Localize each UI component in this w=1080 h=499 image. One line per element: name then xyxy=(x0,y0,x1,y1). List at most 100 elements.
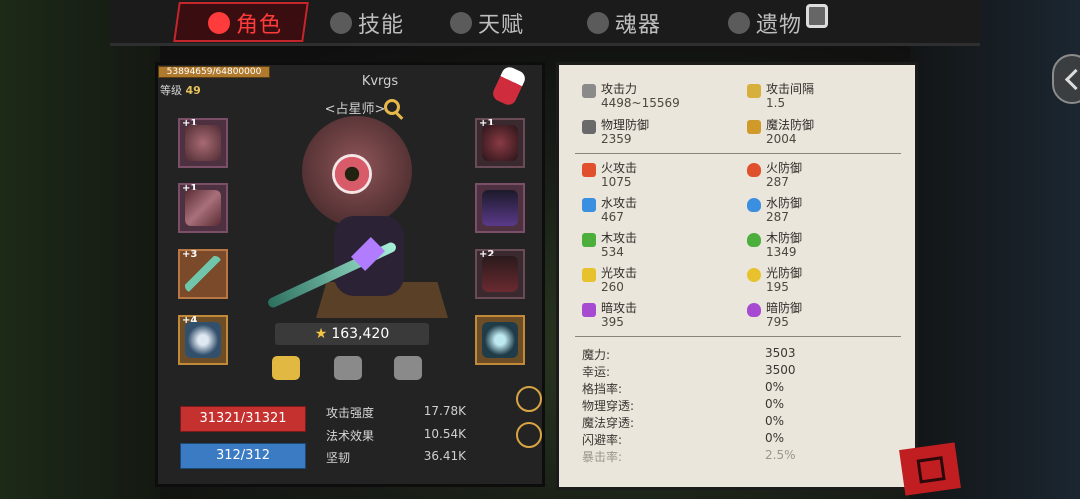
stat-block-rate: 格挡率: 0% xyxy=(582,380,882,397)
atom-icon[interactable] xyxy=(516,422,542,448)
star-icon: ★ xyxy=(314,326,328,342)
stat-label: 物理穿透: xyxy=(582,399,635,413)
tab-label: 天赋 xyxy=(478,13,525,38)
stat-attack-interval: 攻击间隔 1.5 xyxy=(747,82,814,110)
stat-value: 4498~15569 xyxy=(601,96,680,110)
stat-fire-defense: 火防御 287 xyxy=(747,161,803,189)
stat-label: 暗攻击 xyxy=(601,301,638,315)
substat-spell-effect: 法术效果 10.54K xyxy=(326,427,466,444)
lock-icon[interactable] xyxy=(806,4,828,28)
level-display: 等级 49 xyxy=(160,82,201,98)
armor-set-skull-icon[interactable] xyxy=(394,356,422,380)
stat-label: 魔法穿透: xyxy=(582,416,635,430)
stat-value: 287 xyxy=(766,175,789,189)
stat-value: 1.5 xyxy=(766,96,786,110)
stat-value: 795 xyxy=(766,315,789,329)
substat-attack-power: 攻击强度 17.78K xyxy=(326,404,466,421)
hero-character-portrait xyxy=(262,110,472,320)
bone-gauntlet-icon xyxy=(185,190,221,226)
tab-relics[interactable]: 遗物 xyxy=(728,6,802,40)
armor-set-gold-icon[interactable] xyxy=(272,356,300,380)
stat-value: 2004 xyxy=(766,132,797,146)
stat-label: 幸运: xyxy=(582,365,611,379)
wings-icon xyxy=(450,12,472,34)
fire-attack-icon xyxy=(582,163,596,177)
stat-label: 光防御 xyxy=(766,266,803,280)
character-name: Kvrgs xyxy=(361,74,399,89)
spiked-ring-icon xyxy=(482,322,518,358)
stat-value: 0% xyxy=(765,380,785,394)
light-defense-icon xyxy=(747,268,761,282)
demon-emblem-icon[interactable] xyxy=(899,442,961,496)
stat-label: 火攻击 xyxy=(601,161,638,175)
stat-luck: 幸运: 3500 xyxy=(582,363,882,380)
stat-label: 格挡率: xyxy=(582,382,623,396)
mp-bar: 312/312 xyxy=(180,443,306,469)
relic-icon xyxy=(728,12,750,34)
claw-bracer-icon xyxy=(482,125,518,161)
equipment-slot-bracer[interactable]: +1 xyxy=(475,118,525,168)
tab-skills[interactable]: 技能 xyxy=(330,6,404,40)
tab-label: 魂器 xyxy=(615,13,662,38)
tab-character[interactable]: 角色 xyxy=(208,6,282,40)
stat-value: 195 xyxy=(766,280,789,294)
tab-talent[interactable]: 天赋 xyxy=(450,6,524,40)
divider xyxy=(575,336,901,337)
dark-boots-icon xyxy=(482,256,518,292)
equipment-slot-weapon[interactable]: +3 xyxy=(178,249,228,299)
water-defense-icon xyxy=(747,198,761,212)
substat-value: 10.54K xyxy=(423,427,466,441)
stat-value: 0% xyxy=(765,431,785,445)
stat-value: 3500 xyxy=(765,363,796,377)
light-attack-icon xyxy=(582,268,596,282)
demon-face-icon xyxy=(208,12,230,34)
stat-value: 0% xyxy=(765,397,785,411)
stat-value: 2359 xyxy=(601,132,632,146)
stat-label: 物理防御 xyxy=(601,118,650,132)
stat-label: 木防御 xyxy=(766,231,803,245)
equipment-slot-ring[interactable] xyxy=(475,315,525,365)
experience-bar: 53894659/64800000 xyxy=(158,66,270,78)
alert-icon[interactable] xyxy=(516,386,542,412)
equipment-slot-armor[interactable] xyxy=(475,183,525,233)
chevron-left-icon[interactable] xyxy=(1052,54,1080,104)
equipment-slot-boots[interactable]: +2 xyxy=(475,249,525,299)
stat-light-defense: 光防御 195 xyxy=(747,266,803,294)
stat-label: 光攻击 xyxy=(601,266,638,280)
stat-dodge-rate: 闪避率: 0% xyxy=(582,431,882,448)
stat-dark-attack: 暗攻击 395 xyxy=(582,301,638,329)
stat-water-defense: 水防御 287 xyxy=(747,196,803,224)
stat-value: 467 xyxy=(601,210,624,224)
stat-label: 火防御 xyxy=(766,161,803,175)
stat-wood-defense: 木防御 1349 xyxy=(747,231,803,259)
stat-value: 534 xyxy=(601,245,624,259)
equipment-slot-amulet[interactable]: +4 xyxy=(178,315,228,365)
stat-dark-defense: 暗防御 795 xyxy=(747,301,803,329)
stat-label: 水防御 xyxy=(766,196,803,210)
stat-label: 暴击率: xyxy=(582,450,623,464)
stat-value: 2.5% xyxy=(765,448,796,462)
combat-power: ★ 163,420 xyxy=(275,323,429,345)
substat-value: 36.41K xyxy=(423,449,466,463)
stat-attack: 攻击力 4498~15569 xyxy=(582,82,680,110)
stat-crit-rate: 暴击率: 2.5% xyxy=(582,448,882,465)
equipment-slot-gauntlet[interactable]: +1 xyxy=(178,183,228,233)
stat-physical-defense: 物理防御 2359 xyxy=(582,118,650,146)
substat-label: 法术效果 xyxy=(326,429,375,443)
dark-defense-icon xyxy=(747,303,761,317)
stat-label: 魔力: xyxy=(582,348,611,362)
stat-value: 0% xyxy=(765,414,785,428)
stat-label: 木攻击 xyxy=(601,231,638,245)
tab-soul-vessel[interactable]: 魂器 xyxy=(587,6,661,40)
wood-attack-icon xyxy=(582,233,596,247)
arrow-icon xyxy=(747,84,761,98)
wand-icon xyxy=(747,120,761,134)
stat-value: 3503 xyxy=(765,346,796,360)
combat-power-value: 163,420 xyxy=(331,326,390,342)
stat-fire-attack: 火攻击 1075 xyxy=(582,161,638,189)
stat-physical-penetration: 物理穿透: 0% xyxy=(582,397,882,414)
equipment-slot-helmet[interactable]: +1 xyxy=(178,118,228,168)
substat-toughness: 坚韧 36.41K xyxy=(326,449,466,466)
stat-label: 暗防御 xyxy=(766,301,803,315)
armor-set-silver-icon[interactable] xyxy=(334,356,362,380)
